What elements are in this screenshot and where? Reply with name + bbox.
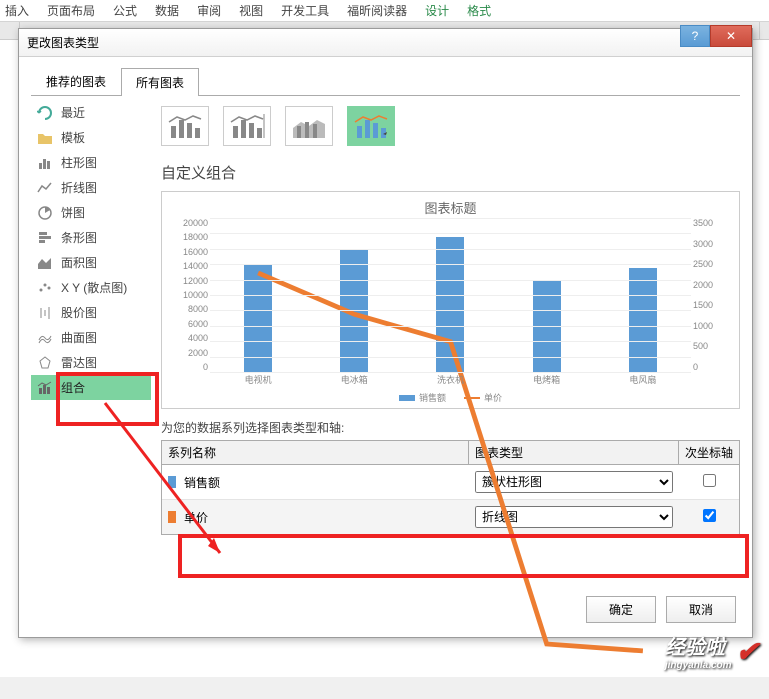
ribbon-tab[interactable]: 视图 bbox=[239, 2, 263, 19]
ribbon-tab[interactable]: 福昕阅读器 bbox=[347, 2, 407, 19]
y-axis-right: 3500300025002000150010005000 bbox=[693, 218, 729, 372]
combo-subtype-row bbox=[161, 100, 740, 158]
ribbon-tab[interactable]: 插入 bbox=[5, 2, 29, 19]
scatter-chart-icon bbox=[37, 280, 53, 296]
series-row-2: 单价 折线图 bbox=[162, 500, 739, 534]
area-chart-icon bbox=[37, 255, 53, 271]
sidebar-item-template[interactable]: 模板 bbox=[31, 125, 151, 150]
series-type-select-1[interactable]: 簇状柱形图 bbox=[475, 471, 673, 493]
secondary-axis-checkbox-1[interactable] bbox=[703, 474, 716, 487]
sidebar-item-recent[interactable]: 最近 bbox=[31, 100, 151, 125]
header-chart-type: 图表类型 bbox=[469, 441, 679, 464]
series-swatch bbox=[168, 511, 176, 523]
dialog-title: 更改图表类型 bbox=[27, 34, 99, 51]
cancel-button[interactable]: 取消 bbox=[666, 596, 736, 623]
chart-preview: 图表标题 20000180001600014000120001000080006… bbox=[161, 191, 740, 409]
chart-title: 图表标题 bbox=[162, 192, 739, 219]
dialog-tabs: 推荐的图表 所有图表 bbox=[31, 67, 740, 96]
combo-subtype-3[interactable] bbox=[285, 106, 333, 146]
ribbon-tab[interactable]: 设计 bbox=[425, 2, 449, 19]
sidebar-item-line[interactable]: 折线图 bbox=[31, 175, 151, 200]
chart-type-sidebar: 最近 模板 柱形图 折线图 饼图 条形图 面积图 X Y (散点图) 股价图 曲… bbox=[31, 100, 151, 586]
header-secondary-axis: 次坐标轴 bbox=[679, 441, 739, 464]
surface-chart-icon bbox=[37, 330, 53, 346]
series-prompt: 为您的数据系列选择图表类型和轴: bbox=[161, 419, 740, 436]
sidebar-item-bar[interactable]: 条形图 bbox=[31, 225, 151, 250]
sidebar-item-combo[interactable]: 组合 bbox=[31, 375, 151, 400]
pie-chart-icon bbox=[37, 205, 53, 221]
section-title: 自定义组合 bbox=[161, 162, 740, 183]
recent-icon bbox=[37, 105, 53, 121]
ok-button[interactable]: 确定 bbox=[586, 596, 656, 623]
change-chart-type-dialog: 更改图表类型 ? ✕ 推荐的图表 所有图表 最近 模板 柱形图 折线图 饼图 条… bbox=[18, 28, 753, 638]
close-button[interactable]: ✕ bbox=[710, 25, 752, 47]
y-axis-left: 2000018000160001400012000100008000600040… bbox=[172, 218, 208, 372]
sidebar-item-radar[interactable]: 雷达图 bbox=[31, 350, 151, 375]
bar-chart-icon bbox=[37, 230, 53, 246]
sidebar-item-pie[interactable]: 饼图 bbox=[31, 200, 151, 225]
series-name-label: 销售额 bbox=[184, 474, 220, 491]
series-name-label: 单价 bbox=[184, 509, 208, 526]
sidebar-item-stock[interactable]: 股价图 bbox=[31, 300, 151, 325]
help-button[interactable]: ? bbox=[680, 25, 710, 47]
sidebar-item-column[interactable]: 柱形图 bbox=[31, 150, 151, 175]
stock-chart-icon bbox=[37, 305, 53, 321]
radar-chart-icon bbox=[37, 355, 53, 371]
tab-recommended[interactable]: 推荐的图表 bbox=[31, 67, 121, 95]
chart-plot-area bbox=[210, 218, 691, 372]
combo-subtype-1[interactable] bbox=[161, 106, 209, 146]
ribbon-tab[interactable]: 格式 bbox=[467, 2, 491, 19]
sidebar-item-scatter[interactable]: X Y (散点图) bbox=[31, 275, 151, 300]
sidebar-item-area[interactable]: 面积图 bbox=[31, 250, 151, 275]
ribbon-tab[interactable]: 公式 bbox=[113, 2, 137, 19]
series-row-1: 销售额 簇状柱形图 bbox=[162, 465, 739, 500]
series-table: 系列名称 图表类型 次坐标轴 销售额 簇状柱形图 单价 折线图 bbox=[161, 440, 740, 535]
folder-icon bbox=[37, 130, 53, 146]
combo-subtype-4[interactable] bbox=[347, 106, 395, 146]
ribbon-tab[interactable]: 审阅 bbox=[197, 2, 221, 19]
checkmark-icon: ✔ bbox=[736, 635, 759, 668]
ribbon-tab[interactable]: 页面布局 bbox=[47, 2, 95, 19]
header-series-name: 系列名称 bbox=[162, 441, 469, 464]
sidebar-item-surface[interactable]: 曲面图 bbox=[31, 325, 151, 350]
ribbon-tab[interactable]: 开发工具 bbox=[281, 2, 329, 19]
combo-chart-icon bbox=[37, 380, 53, 396]
combo-subtype-2[interactable] bbox=[223, 106, 271, 146]
column-chart-icon bbox=[37, 155, 53, 171]
tab-all-charts[interactable]: 所有图表 bbox=[121, 68, 199, 96]
line-chart-icon bbox=[37, 180, 53, 196]
chart-legend: 销售额 单价 bbox=[162, 391, 739, 404]
series-swatch bbox=[168, 476, 176, 488]
ribbon-tabs: 插入 页面布局 公式 数据 审阅 视图 开发工具 福昕阅读器 设计 格式 bbox=[0, 0, 769, 22]
x-axis-labels: 电视机电冰箱洗衣机电烤箱电风扇 bbox=[210, 373, 691, 386]
dialog-titlebar: 更改图表类型 ? ✕ bbox=[19, 29, 752, 57]
ribbon-tab[interactable]: 数据 bbox=[155, 2, 179, 19]
secondary-axis-checkbox-2[interactable] bbox=[703, 509, 716, 522]
series-type-select-2[interactable]: 折线图 bbox=[475, 506, 673, 528]
watermark: 经验啦 jingyanla.com ✔ bbox=[665, 631, 759, 671]
